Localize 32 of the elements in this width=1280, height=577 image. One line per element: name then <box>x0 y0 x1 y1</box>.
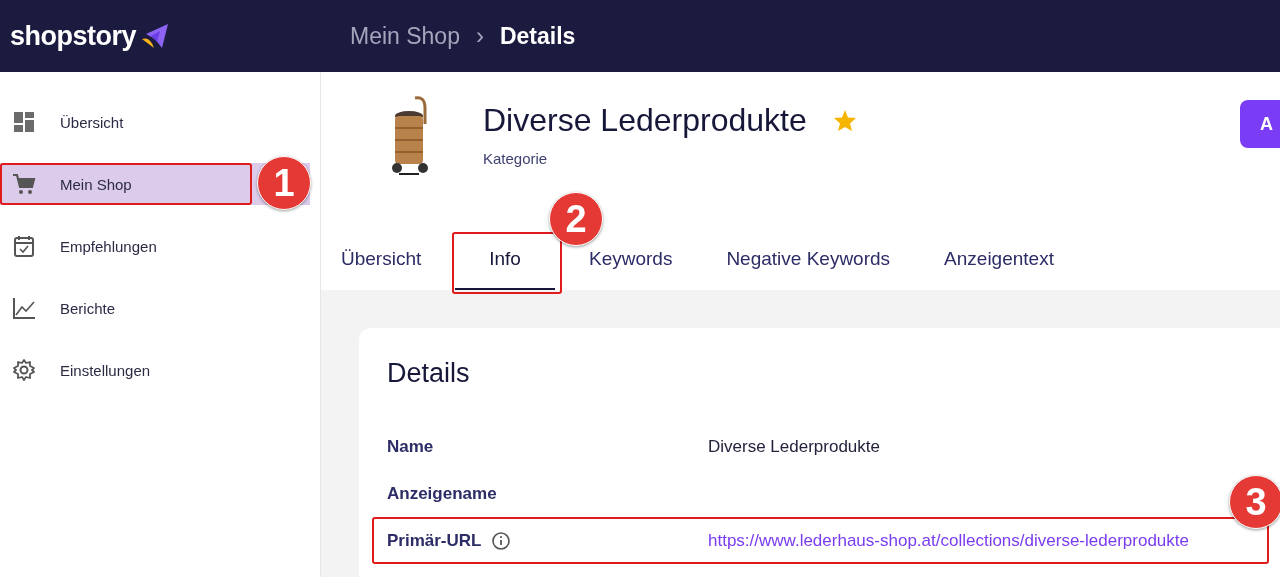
sidebar-item[interactable]: Einstellungen <box>0 349 310 391</box>
product-type: Kategorie <box>483 150 549 167</box>
dashboard-icon <box>12 110 36 134</box>
breadcrumb-link[interactable]: Mein Shop <box>350 22 460 50</box>
sidebar-item[interactable]: Berichte <box>0 287 310 329</box>
sidebar-item[interactable]: Empfehlungen <box>0 225 310 267</box>
product-title: Diverse Lederprodukte <box>483 101 807 140</box>
paper-plane-icon <box>140 22 171 50</box>
action-button[interactable]: A <box>1240 100 1280 148</box>
breadcrumb-current: Details <box>499 22 576 50</box>
sidebar-item[interactable]: Übersicht <box>0 101 310 143</box>
tab[interactable]: Anzeigentext <box>924 248 1074 290</box>
calendar-icon <box>12 234 36 258</box>
tab[interactable]: Negative Keywords <box>706 248 911 290</box>
field-label: Anzeigename <box>387 483 497 504</box>
breadcrumb-separator: › <box>475 22 484 50</box>
field-label: Name <box>387 436 434 457</box>
callout-number: 1 <box>257 156 311 210</box>
info-icon[interactable] <box>491 530 512 551</box>
settings-icon <box>12 358 36 382</box>
tab[interactable]: Info <box>455 248 555 290</box>
cart-icon <box>12 172 36 196</box>
url-link[interactable]: https://www.lederhaus-shop.at/collections/diverse-lederprodukte <box>708 530 1189 551</box>
brand-logo-text: shopstory <box>10 20 137 52</box>
tab[interactable]: Übersicht <box>321 248 442 290</box>
line-chart-icon <box>12 296 36 320</box>
field-label: Primär-URL <box>387 530 482 551</box>
tab[interactable]: Keywords <box>568 248 693 290</box>
field-value: Diverse Lederprodukte <box>708 436 880 457</box>
callout-number: 2 <box>548 192 603 246</box>
callout-number: 3 <box>1229 475 1280 529</box>
card-title: Details <box>387 358 471 389</box>
